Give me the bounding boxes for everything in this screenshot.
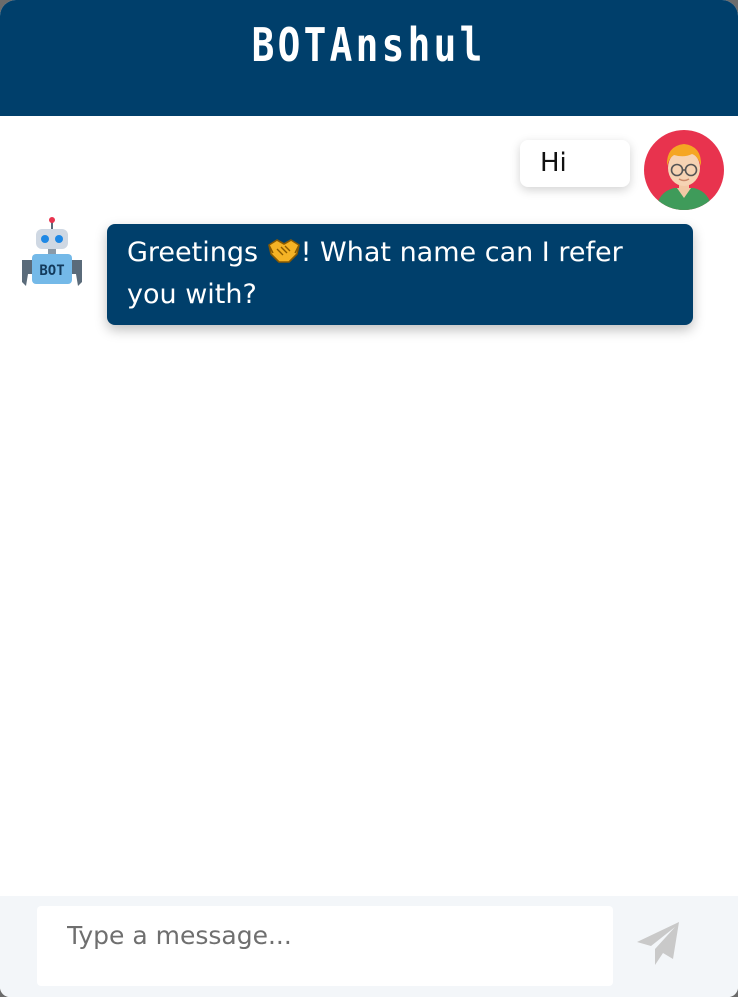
bot-message-bubble: Greetings ! What name can I refer you wi… [107, 224, 693, 325]
composer-bar [0, 896, 738, 997]
user-avatar-icon [644, 130, 724, 210]
message-input[interactable] [37, 906, 613, 986]
send-button[interactable] [630, 914, 690, 974]
robot-icon: BOT [22, 217, 82, 286]
handshake-icon [267, 239, 300, 263]
send-icon [637, 922, 679, 965]
message-list[interactable]: Hi BOT Greetings ! What name can I refer… [0, 116, 738, 896]
chat-header: BOTAnshul [0, 0, 738, 116]
bot-message-text-start: Greetings [127, 237, 267, 268]
user-message-bubble: Hi [520, 140, 630, 187]
robot-badge-text: BOT [39, 263, 64, 279]
chat-window: BOTAnshul Hi BOT Greetings ! What name c… [0, 0, 738, 997]
bot-message: BOT Greetings ! What name can I refer yo… [18, 216, 693, 325]
user-message: Hi [520, 130, 724, 210]
app-title: BOTAnshul [252, 18, 486, 72]
